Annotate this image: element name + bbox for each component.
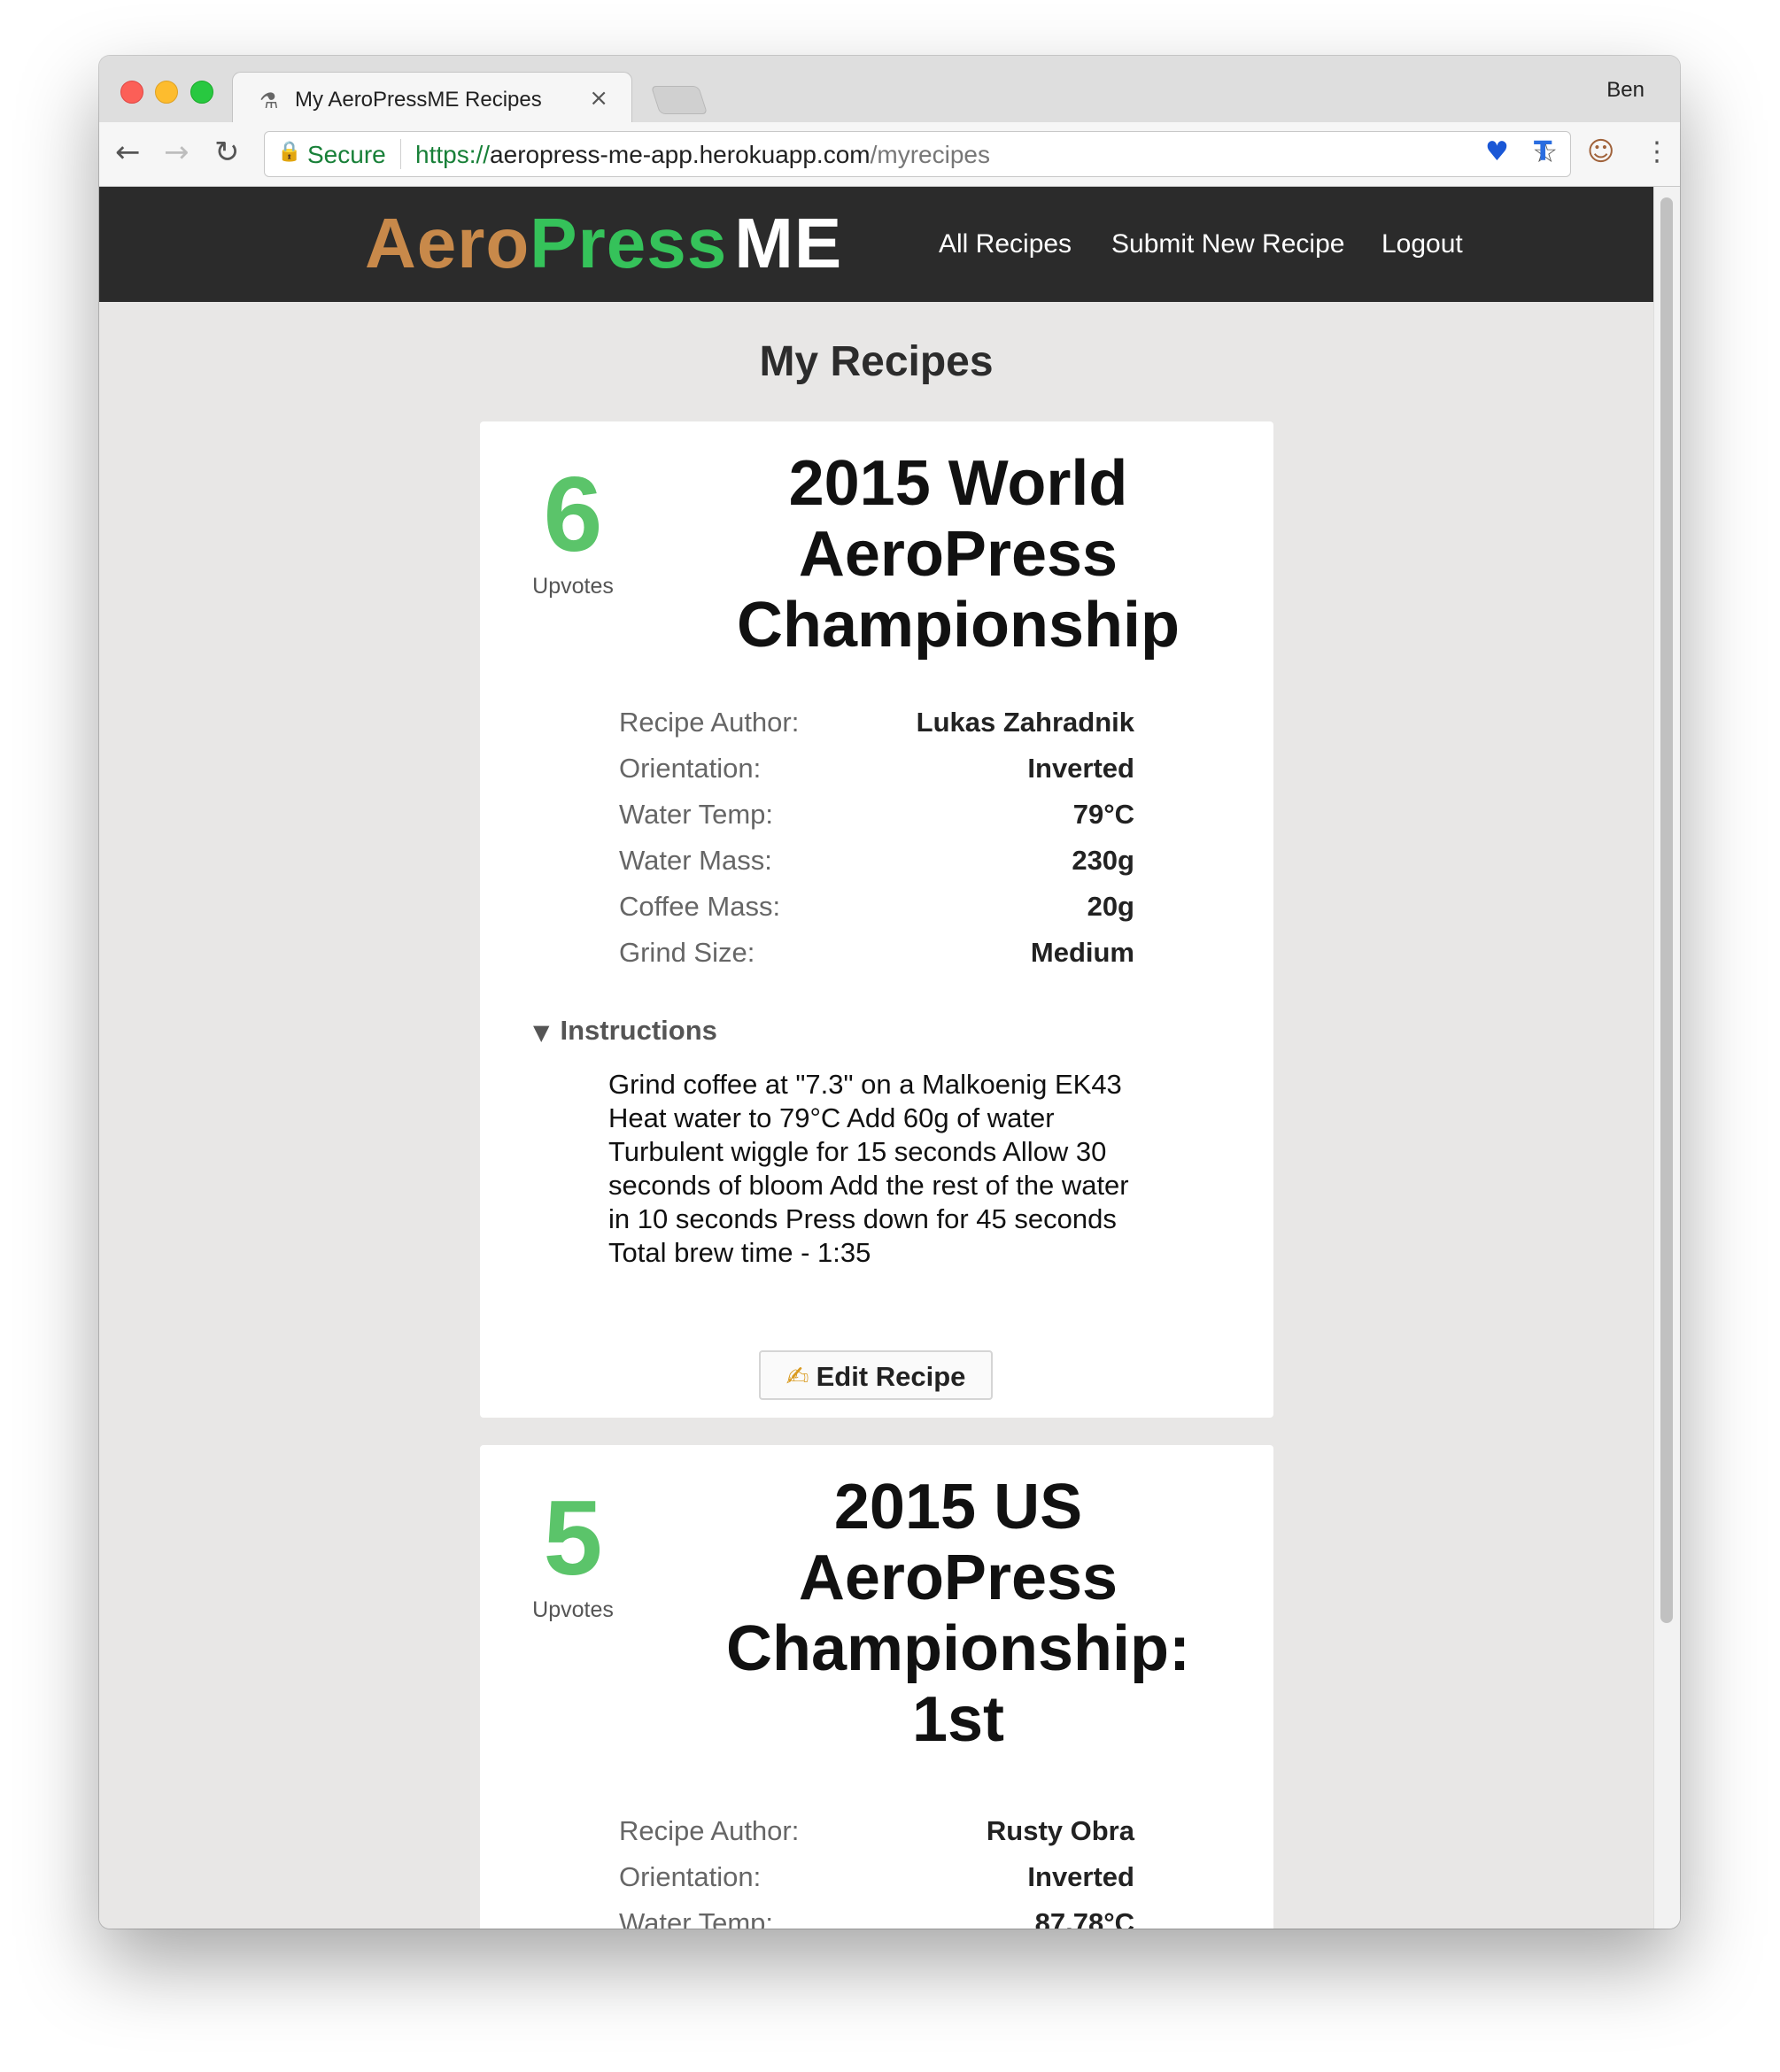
extension-avatar-icon[interactable]: ☺ (1587, 136, 1614, 168)
recipe-card: 6 Upvotes 2015 World AeroPress Champions… (480, 421, 1273, 1418)
detail-row-orientation: Orientation: Inverted (619, 753, 1134, 799)
url-path: /myrecipes (870, 141, 990, 168)
detail-row-author: Recipe Author: Lukas Zahradnik (619, 707, 1134, 753)
detail-value: 230g (1072, 845, 1134, 876)
url-scheme: https:// (415, 141, 491, 168)
browser-window: ⚗ My AeroPressME Recipes × Ben ← → ↻ 🔒 S… (99, 56, 1680, 1929)
tab-close-icon[interactable]: × (589, 85, 608, 112)
site-logo[interactable]: AeroPress ME (365, 203, 842, 284)
instructions-label: Instructions (560, 1015, 717, 1046)
scrollbar-thumb[interactable] (1660, 197, 1673, 1623)
address-bar[interactable]: 🔒 Secure https://aeropress-me-app.heroku… (264, 131, 1571, 177)
recipe-title: 2015 World AeroPress Championship (737, 448, 1180, 661)
nav-submit-new-recipe[interactable]: Submit New Recipe (1111, 229, 1344, 259)
upvote-label: Upvotes (532, 574, 614, 599)
site-header: AeroPress ME All Recipes Submit New Recip… (99, 187, 1653, 302)
url-host: aeropress-me-app.herokuapp.com (490, 141, 871, 168)
aeropress-favicon-icon: ⚗ (259, 89, 279, 113)
logo-press: Press (530, 204, 728, 282)
page-title: My Recipes (759, 338, 994, 385)
detail-label: Recipe Author: (619, 707, 800, 738)
detail-row-coffee-mass: Coffee Mass: 20g (619, 891, 1134, 937)
minimize-window-button[interactable] (155, 81, 178, 104)
detail-row-water-temp: Water Temp: 87.78°C (619, 1907, 1134, 1929)
detail-label: Orientation: (619, 753, 762, 784)
instructions-toggle[interactable]: ▼ Instructions (533, 1015, 717, 1047)
nav-logout[interactable]: Logout (1381, 229, 1463, 259)
instructions-text: Grind coffee at "7.3" on a Malkoenig EK4… (608, 1069, 1129, 1268)
nav-all-recipes[interactable]: All Recipes (939, 229, 1072, 259)
logo-me: ME (734, 204, 843, 282)
detail-label: Orientation: (619, 1861, 762, 1892)
browser-menu-icon[interactable]: ⋮ (1644, 136, 1670, 168)
detail-row-water-temp: Water Temp: 79°C (619, 799, 1134, 845)
detail-row-orientation: Orientation: Inverted (619, 1861, 1134, 1907)
maximize-window-button[interactable] (190, 81, 213, 104)
detail-value: Inverted (1027, 753, 1134, 784)
upvote-counter: 6 Upvotes (515, 457, 631, 599)
lock-icon: 🔒 (277, 141, 302, 163)
detail-value: Inverted (1027, 1861, 1134, 1892)
title-bar: ⚗ My AeroPressME Recipes × Ben (99, 56, 1680, 126)
edit-recipe-button[interactable]: ✍ Edit Recipe (759, 1350, 993, 1400)
detail-row-grind-size: Grind Size: Medium (619, 937, 1134, 983)
url-text[interactable]: https://aeropress-me-app.herokuapp.com/m… (415, 141, 990, 169)
detail-label: Coffee Mass: (619, 891, 781, 922)
disclosure-triangle-icon: ▼ (533, 1020, 550, 1045)
extension-shield-icon[interactable]: ♥ (1485, 136, 1509, 168)
security-label: Secure (307, 141, 386, 168)
recipe-details: Recipe Author: Rusty Obra Orientation: I… (619, 1815, 1134, 1929)
detail-value: Medium (1030, 937, 1134, 968)
recipe-title: 2015 US AeroPress Championship: 1st (726, 1472, 1190, 1755)
detail-label: Water Mass: (619, 845, 772, 876)
writing-hand-icon: ✍ (786, 1361, 809, 1393)
detail-value: 20g (1087, 891, 1134, 922)
detail-row-water-mass: Water Mass: 230g (619, 845, 1134, 891)
upvote-label: Upvotes (532, 1597, 614, 1622)
detail-label: Recipe Author: (619, 1815, 800, 1846)
recipe-details: Recipe Author: Lukas Zahradnik Orientati… (619, 707, 1134, 983)
detail-label: Water Temp: (619, 1907, 773, 1929)
recipe-card: 5 Upvotes 2015 US AeroPress Championship… (480, 1445, 1273, 1929)
upvote-count: 5 (543, 1479, 603, 1597)
close-window-button[interactable] (120, 81, 143, 104)
browser-tab[interactable]: ⚗ My AeroPressME Recipes × (232, 72, 632, 126)
detail-label: Grind Size: (619, 937, 755, 968)
logo-aero: Aero (365, 204, 530, 282)
browser-toolbar: ← → ↻ 🔒 Secure https://aeropress-me-app.… (99, 122, 1680, 187)
forward-arrow-icon[interactable]: → (164, 135, 190, 170)
profile-name[interactable]: Ben (1606, 78, 1645, 103)
upvote-count: 6 (543, 455, 603, 574)
tab-title: My AeroPressME Recipes (295, 88, 542, 112)
reload-icon[interactable]: ↻ (214, 135, 240, 170)
page-viewport: AeroPress ME All Recipes Submit New Recip… (99, 187, 1653, 1929)
detail-value: Rusty Obra (986, 1815, 1134, 1846)
edit-recipe-label: Edit Recipe (816, 1361, 966, 1392)
back-arrow-icon[interactable]: ← (115, 135, 141, 170)
detail-row-author: Recipe Author: Rusty Obra (619, 1815, 1134, 1861)
address-divider (400, 139, 401, 169)
extension-type-icon[interactable]: T (1534, 136, 1552, 168)
detail-value: 79°C (1072, 799, 1134, 830)
detail-label: Water Temp: (619, 799, 773, 830)
detail-value: Lukas Zahradnik (916, 707, 1134, 738)
new-tab-button[interactable] (650, 86, 708, 114)
upvote-counter: 5 Upvotes (515, 1481, 631, 1623)
detail-value: 87.78°C (1034, 1907, 1134, 1929)
